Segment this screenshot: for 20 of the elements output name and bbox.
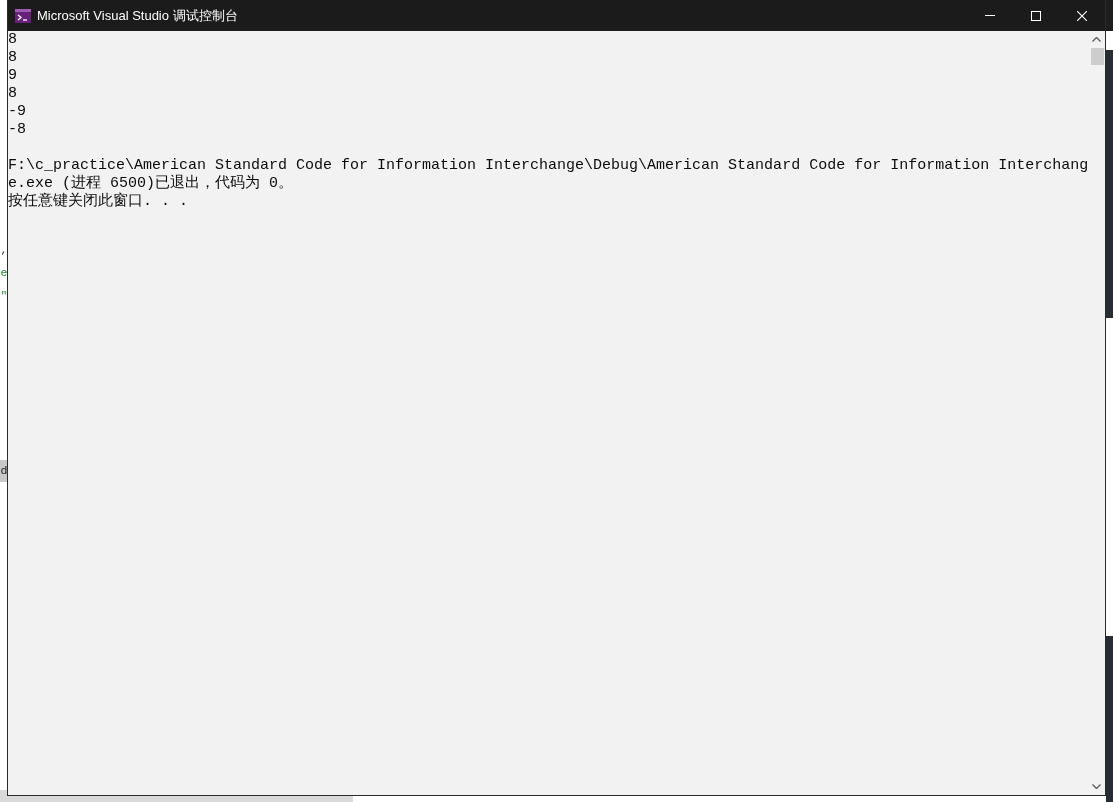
output-line: -9 xyxy=(8,103,26,121)
minimize-icon xyxy=(985,15,995,16)
window-title: Microsoft Visual Studio 调试控制台 xyxy=(37,7,238,25)
output-line: 8 xyxy=(8,49,17,67)
close-icon xyxy=(1077,10,1087,21)
code-line: d xyxy=(0,463,7,479)
output-line: 8 xyxy=(8,31,17,49)
code-line: " xyxy=(0,287,7,304)
output-line: -8 xyxy=(8,121,26,139)
maximize-icon xyxy=(1031,10,1041,21)
chevron-down-icon[interactable] xyxy=(1092,784,1101,789)
scrollbar-thumb[interactable] xyxy=(1090,48,1104,65)
console-prompt: 按任意键关闭此窗口. . . xyxy=(8,193,188,211)
terminal-icon xyxy=(15,8,31,23)
code-line: e xyxy=(0,264,7,281)
code-line: , xyxy=(0,241,7,258)
output-line: 9 xyxy=(8,67,17,85)
output-line: 8 xyxy=(8,85,17,103)
chevron-up-icon[interactable] xyxy=(1092,37,1101,42)
exit-message: F:\c_practice\American Standard Code for Information Interchange\Debug\American Standard Code for Information Interchange.exe (进程 6500)已退出，代码为 0。 xyxy=(8,157,1089,192)
